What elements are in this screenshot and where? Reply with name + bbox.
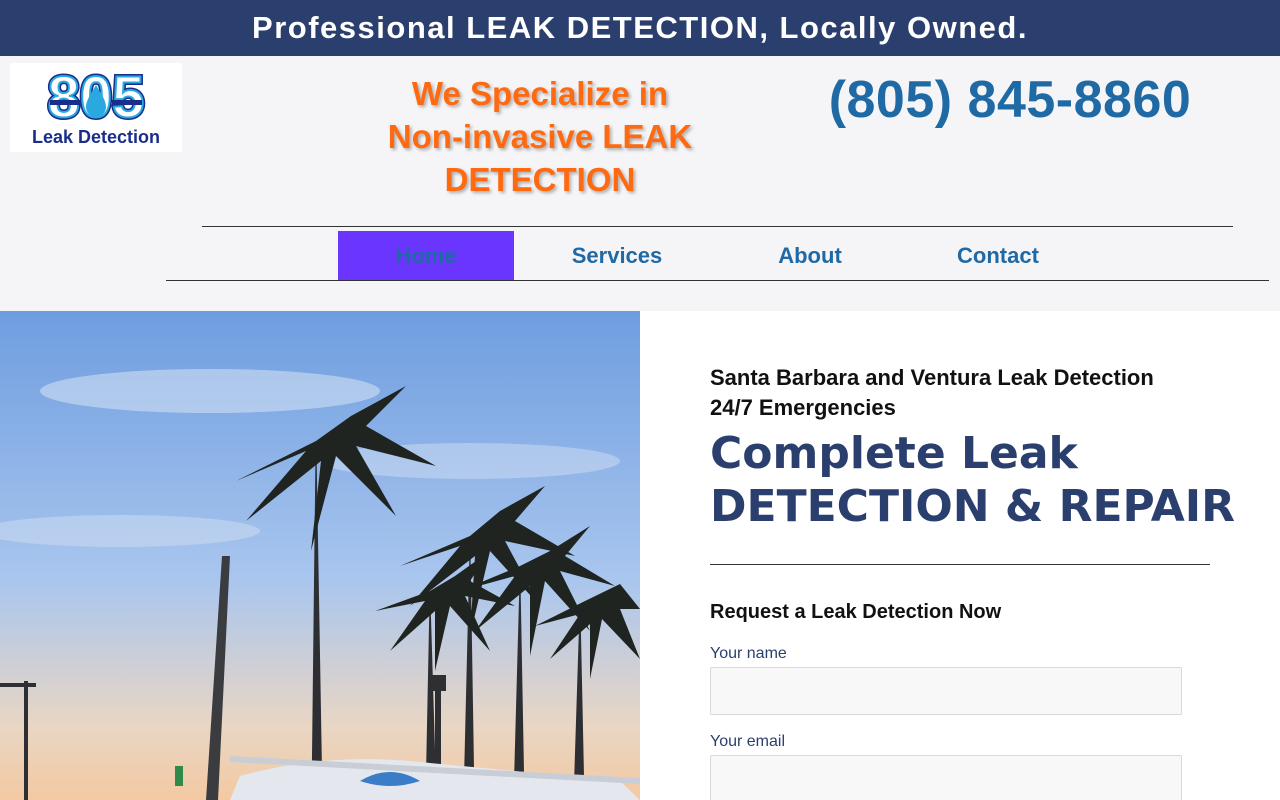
nav-home[interactable]: Home [338, 231, 514, 280]
site-header: 805 805 Leak Detection We Specialize in … [0, 56, 1280, 311]
service-area-subhead: Santa Barbara and Ventura Leak Detection… [710, 363, 1154, 423]
subhead-line-2: 24/7 Emergencies [710, 395, 896, 420]
page-heading: Complete Leak DETECTION & REPAIR [710, 428, 1236, 532]
subhead-line-1: Santa Barbara and Ventura Leak Detection [710, 365, 1154, 390]
nav-contact[interactable]: Contact [900, 231, 1096, 280]
site-logo[interactable]: 805 805 Leak Detection [10, 63, 182, 152]
name-field-label: Your name [710, 645, 787, 662]
nav-top-rule [202, 226, 1233, 227]
pipe-right-icon [112, 100, 142, 105]
form-title: Request a Leak Detection Now [710, 601, 1002, 623]
email-field-label: Your email [710, 733, 786, 750]
top-banner: Professional LEAK DETECTION, Locally Own… [0, 0, 1280, 56]
name-field[interactable] [710, 667, 1182, 715]
logo-caption: Leak Detection [32, 127, 160, 147]
tagline: We Specialize in Non-invasive LEAK DETEC… [387, 75, 693, 198]
nav-bottom-rule [166, 280, 1269, 281]
logo-graphic: 805 805 Leak Detection [32, 63, 160, 147]
email-field[interactable] [710, 755, 1182, 800]
palm-trees-van-photo [0, 311, 640, 800]
hero-image [0, 311, 640, 800]
section-divider [710, 564, 1210, 565]
nav-about[interactable]: About [720, 231, 900, 280]
nav-services[interactable]: Services [514, 231, 720, 280]
top-banner-text: Professional LEAK DETECTION, Locally Own… [252, 10, 1028, 45]
phone-number-link[interactable]: (805) 845-8860 [780, 70, 1240, 130]
pipe-left-icon [50, 100, 80, 105]
main-nav: Home Services About Contact [338, 231, 1096, 280]
